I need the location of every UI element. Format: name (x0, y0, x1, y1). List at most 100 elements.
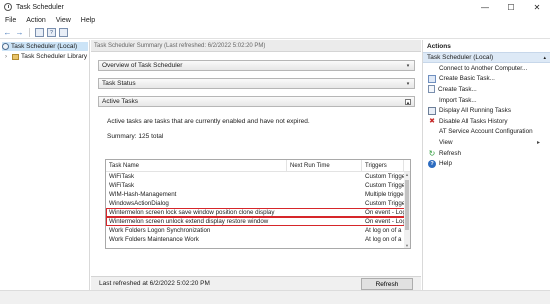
summary-pane: Task Scheduler Summary (Last refreshed: … (91, 40, 421, 290)
task-name-cell: WiFiTask (109, 182, 135, 189)
tree-node-label: Task Scheduler Library (21, 53, 88, 60)
action-create-task[interactable]: Create Task... (423, 84, 550, 95)
action-label: Create Basic Task... (439, 75, 495, 83)
action-create-basic-task[interactable]: Create Basic Task... (423, 74, 550, 85)
help-icon: ? (428, 159, 436, 168)
action-display-all-running-tasks[interactable]: Display All Running Tasks (423, 105, 550, 116)
action-disable-all-tasks-history[interactable]: ✖ Disable All Tasks History (423, 116, 550, 127)
table-row[interactable]: Work Folders Maintenance Work At log on o… (106, 235, 410, 244)
action-view[interactable]: View ▸ (423, 137, 550, 148)
action-label: Disable All Tasks History (439, 117, 508, 125)
maximize-button[interactable]: ☐ (498, 0, 524, 14)
menu-action[interactable]: Action (21, 17, 50, 24)
close-button[interactable]: ✕ (524, 0, 550, 14)
console-tree-icon[interactable] (35, 28, 44, 37)
task-name-cell: Wintermelon screen unlock extend display… (109, 218, 269, 225)
table-row[interactable]: WIM-Hash-Management Multiple trigge (106, 190, 410, 199)
task-name-cell: WindowsActionDialog (109, 200, 169, 207)
task-scheduler-node-icon (2, 43, 9, 50)
table-row[interactable]: Wintermelon screen unlock extend display… (106, 217, 410, 226)
triggers-cell: At log on of a (365, 227, 402, 234)
section-active-tasks[interactable]: Active Tasks ▴ (98, 96, 415, 107)
actions-group-task-scheduler-local[interactable]: Task Scheduler (Local) ▴ (423, 52, 550, 63)
action-label: View (439, 138, 453, 146)
task-name-cell: Work Folders Maintenance Work (109, 236, 199, 243)
triggers-cell: Custom Trigge (365, 182, 404, 189)
summary-header: Task Scheduler Summary (Last refreshed: … (91, 40, 421, 52)
back-icon[interactable]: ← (3, 28, 12, 37)
forward-icon[interactable]: → (15, 28, 24, 37)
action-label: Help (439, 160, 452, 168)
scroll-up-icon[interactable]: ▲ (404, 172, 410, 178)
action-import-task[interactable]: Import Task... (423, 95, 550, 106)
menu-view[interactable]: View (51, 17, 76, 24)
table-row[interactable]: WindowsActionDialog Custom Trigge (106, 199, 410, 208)
toolbar: ← → ? (0, 27, 550, 39)
triggers-cell: Custom Trigge (365, 200, 404, 207)
menu-help[interactable]: Help (76, 17, 100, 24)
table-row[interactable]: Wintermelon screen lock save window posi… (106, 208, 410, 217)
triggers-cell: Custom Trigge (365, 173, 404, 180)
running-tasks-icon (428, 106, 436, 115)
last-refreshed-text: Last refreshed at 6/2/2022 5:02:20 PM (99, 280, 210, 287)
table-row[interactable]: Work Folders Logon Synchronization At log… (106, 226, 410, 235)
summary-footer: Last refreshed at 6/2/2022 5:02:20 PM Re… (91, 276, 421, 290)
action-label: AT Service Account Configuration (439, 128, 533, 136)
actions-header: Actions (427, 42, 451, 50)
table-header: Task Name Next Run Time Triggers (106, 160, 410, 172)
tree-node-label: Task Scheduler (Local) (11, 43, 78, 50)
tree-node-task-scheduler-library[interactable]: › Task Scheduler Library (5, 52, 87, 61)
table-scrollbar[interactable]: ▲ ▼ (404, 172, 410, 248)
window-title: Task Scheduler (16, 3, 64, 11)
create-basic-task-icon (428, 74, 436, 83)
minimize-button[interactable]: — (472, 0, 498, 14)
section-label: Overview of Task Scheduler (102, 62, 183, 69)
collapse-arrow-icon[interactable]: ▴ (543, 55, 546, 61)
task-name-cell: WiFiTask (109, 173, 135, 180)
scroll-thumb[interactable] (405, 180, 409, 230)
history-icon: ✖ (429, 118, 435, 126)
section-task-status[interactable]: Task Status ▾ (98, 78, 415, 89)
action-help[interactable]: ? Help (423, 158, 550, 169)
menu-file[interactable]: File (0, 17, 21, 24)
active-tasks-table: Task Name Next Run Time Triggers WiFiTas… (105, 159, 411, 249)
folder-icon (12, 53, 19, 60)
help-icon[interactable]: ? (47, 28, 56, 37)
action-label: Create Task... (438, 85, 477, 93)
expand-chevron-icon[interactable]: › (5, 54, 12, 60)
column-header-next-run-time[interactable]: Next Run Time (287, 160, 362, 172)
blank-icon (428, 96, 436, 104)
action-connect-to-another-computer[interactable]: Connect to Another Computer... (423, 63, 550, 74)
triggers-cell: Multiple trigge (365, 191, 404, 198)
properties-icon[interactable] (59, 28, 68, 37)
column-header-triggers[interactable]: Triggers (362, 160, 404, 172)
task-scheduler-app-icon (4, 3, 12, 11)
section-overview[interactable]: Overview of Task Scheduler ▾ (98, 60, 415, 71)
scroll-down-icon[interactable]: ▼ (404, 243, 410, 248)
active-tasks-summary: Summary: 125 total (107, 133, 164, 140)
tree-node-task-scheduler-local[interactable]: Task Scheduler (Local) (2, 42, 88, 51)
console-tree: Task Scheduler (Local) › Task Scheduler … (0, 40, 90, 290)
column-header-task-name[interactable]: Task Name (106, 160, 287, 172)
action-at-service-account-configuration[interactable]: AT Service Account Configuration (423, 127, 550, 138)
active-tasks-description: Active tasks are tasks that are currentl… (107, 118, 310, 125)
table-row[interactable]: WiFiTask Custom Trigge (106, 181, 410, 190)
toolbar-separator (29, 28, 30, 37)
submenu-arrow-icon: ▸ (536, 139, 540, 146)
table-row[interactable]: WiFiTask Custom Trigge (106, 172, 410, 181)
action-label: Import Task... (439, 96, 477, 104)
actions-list: Connect to Another Computer... Create Bas… (423, 63, 550, 169)
collapse-arrow-icon[interactable]: ▾ (405, 63, 411, 69)
section-label: Task Status (102, 80, 136, 87)
actions-group-label: Task Scheduler (Local) (427, 54, 494, 61)
refresh-icon: ↻ (428, 148, 436, 158)
action-refresh[interactable]: ↻ Refresh (423, 148, 550, 159)
task-name-cell: WIM-Hash-Management (109, 191, 177, 198)
refresh-button[interactable]: Refresh (361, 278, 413, 290)
triggers-cell: At log on of a (365, 236, 402, 243)
collapse-arrow-icon[interactable]: ▴ (405, 99, 411, 106)
triggers-cell: On event - Log (365, 209, 404, 216)
create-task-icon (428, 85, 435, 94)
collapse-arrow-icon[interactable]: ▾ (405, 81, 411, 87)
blank-icon (428, 138, 436, 146)
